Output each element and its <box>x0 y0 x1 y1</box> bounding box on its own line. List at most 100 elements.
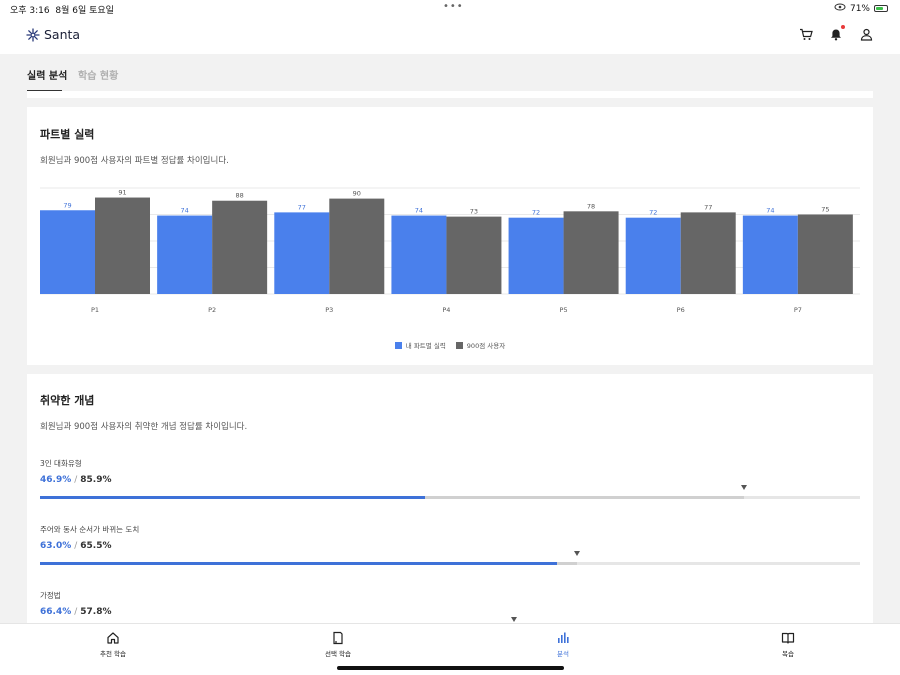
nav-recommended-learning[interactable]: 추천 학습 <box>63 631 163 658</box>
concept-values: 66.4%/57.8% <box>40 607 112 617</box>
bar-mine <box>508 217 564 294</box>
part-skill-chart: 79 91 P1 74 88 P2 77 90 P3 74 73 P4 72 78 P5 72 77 P6 74 75… <box>40 187 860 314</box>
app-header: Santa <box>0 16 900 54</box>
x-tick-label: P2 <box>208 306 216 314</box>
bar-value-label: 72 <box>532 209 540 217</box>
bar-mine <box>157 215 213 294</box>
nav-review[interactable]: 복습 <box>738 631 838 658</box>
concept-mine-rate: 63.0% <box>40 541 72 551</box>
tab-skill-analysis[interactable]: 실력 분석 <box>27 67 67 82</box>
bar-900 <box>446 216 502 294</box>
bar-900 <box>329 198 385 294</box>
bar-value-label: 73 <box>470 208 478 216</box>
multitasking-dots-icon[interactable]: ••• <box>443 1 464 12</box>
legend-swatch-mine <box>394 341 402 349</box>
concept-item[interactable]: 주어와 동사 순서가 바뀌는 도치 63.0%/65.5% <box>40 524 860 565</box>
concept-separator: / <box>74 475 78 485</box>
bar-mine <box>40 210 95 294</box>
chart-bars-icon <box>558 632 569 643</box>
bar-value-label: 77 <box>704 203 712 211</box>
santa-logo-icon <box>26 27 40 42</box>
concept-mine-rate: 46.9% <box>40 475 72 485</box>
concept-900-marker <box>741 485 748 490</box>
bar-value-label: 75 <box>821 206 829 214</box>
nav-label: 분석 <box>557 650 569 658</box>
bar-value-label: 74 <box>766 207 774 215</box>
x-tick-label: P3 <box>325 306 333 314</box>
concept-bar-track <box>40 562 860 565</box>
bar-value-label: 90 <box>353 190 361 198</box>
concept-separator: / <box>74 607 78 617</box>
eye-icon <box>834 3 846 14</box>
bar-value-label: 78 <box>587 202 595 210</box>
bar-mine <box>742 215 798 294</box>
battery-percent: 71% <box>849 3 870 14</box>
nav-label: 추천 학습 <box>100 650 126 658</box>
part-skill-card: 파트별 실력 회원님과 900점 사용자의 파트별 정답률 차이입니다. 79 9… <box>27 107 873 365</box>
concept-values: 63.0%/65.5% <box>40 541 112 551</box>
tab-learning-status[interactable]: 학습 현황 <box>78 67 118 82</box>
bar-900 <box>95 197 150 294</box>
status-date: 8월 6일 토요일 <box>55 6 114 16</box>
bar-value-label: 74 <box>181 207 189 215</box>
part-skill-description: 회원님과 900점 사용자의 파트별 정답률 차이입니다. <box>40 156 229 166</box>
part-skill-title: 파트별 실력 <box>40 128 95 141</box>
concept-900-marker <box>510 617 517 622</box>
bar-value-label: 91 <box>118 189 126 197</box>
bar-900 <box>563 211 619 294</box>
nav-label: 선택 학습 <box>325 650 351 658</box>
concept-name: 가정법 <box>40 591 61 600</box>
concept-item[interactable]: 가정법 66.4%/57.8% <box>40 590 860 631</box>
bar-mine <box>625 217 681 294</box>
x-tick-label: P6 <box>677 306 685 314</box>
notification-bell-icon[interactable] <box>828 25 845 43</box>
x-tick-label: P1 <box>91 306 99 314</box>
bar-value-label: 74 <box>415 207 423 215</box>
legend-swatch-900 <box>455 341 463 349</box>
profile-icon[interactable] <box>858 25 874 43</box>
x-tick-label: P5 <box>560 306 568 314</box>
legend-item-mine: 내 파트별 실력 <box>394 340 446 350</box>
x-tick-label: P7 <box>794 306 802 314</box>
notification-dot <box>841 25 845 29</box>
weak-concepts-card: 취약한 개념 회원님과 900점 사용자의 취약한 개념 정답률 차이입니다. … <box>27 374 873 634</box>
concept-item[interactable]: 3인 대화유형 46.9%/85.9% <box>40 458 860 499</box>
status-bar: 오후 3:16 8월 6일 토요일 ••• 71% <box>0 0 900 16</box>
legend-item-900: 900점 사용자 <box>455 340 506 350</box>
concept-900-rate: 57.8% <box>80 607 112 617</box>
analysis-tabs: 실력 분석 학습 현황 <box>0 54 900 94</box>
bar-value-label: 79 <box>63 201 71 209</box>
bar-900 <box>212 200 268 294</box>
concept-name: 주어와 동사 순서가 바뀌는 도치 <box>40 525 140 534</box>
concept-bar-track <box>40 496 860 499</box>
concept-900-rate: 65.5% <box>80 541 112 551</box>
chart-legend: 내 파트별 실력 900점 사용자 <box>27 340 873 350</box>
legend-label-mine: 내 파트별 실력 <box>405 342 446 350</box>
concept-mine-rate: 66.4% <box>40 607 72 617</box>
legend-label-900: 900점 사용자 <box>466 342 506 350</box>
bar-mine <box>274 212 330 294</box>
concept-mine-bar <box>40 496 425 499</box>
status-right: 71% <box>834 3 888 14</box>
x-tick-label: P4 <box>442 306 450 314</box>
home-icon <box>107 632 119 644</box>
bar-value-label: 88 <box>236 192 244 200</box>
status-time: 오후 3:16 8월 6일 토요일 <box>10 6 114 16</box>
concept-values: 46.9%/85.9% <box>40 475 112 485</box>
concept-separator: / <box>74 541 78 551</box>
cart-icon[interactable] <box>798 25 814 43</box>
logo-text: Santa <box>44 27 81 42</box>
weak-concepts-description: 회원님과 900점 사용자의 취약한 개념 정답률 차이입니다. <box>40 422 248 432</box>
bar-900 <box>680 212 736 294</box>
bar-value-label: 72 <box>649 209 657 217</box>
bar-mine <box>391 215 447 294</box>
nav-selected-learning[interactable]: 선택 학습 <box>288 631 388 658</box>
concept-mine-bar <box>40 562 557 565</box>
battery-icon <box>874 5 888 12</box>
home-indicator <box>337 666 564 670</box>
previous-card-bottom <box>27 91 873 98</box>
concept-900-marker <box>574 551 581 556</box>
santa-logo[interactable]: Santa <box>26 27 80 42</box>
bar-value-label: 77 <box>298 203 306 211</box>
nav-analysis[interactable]: 분석 <box>513 631 613 658</box>
